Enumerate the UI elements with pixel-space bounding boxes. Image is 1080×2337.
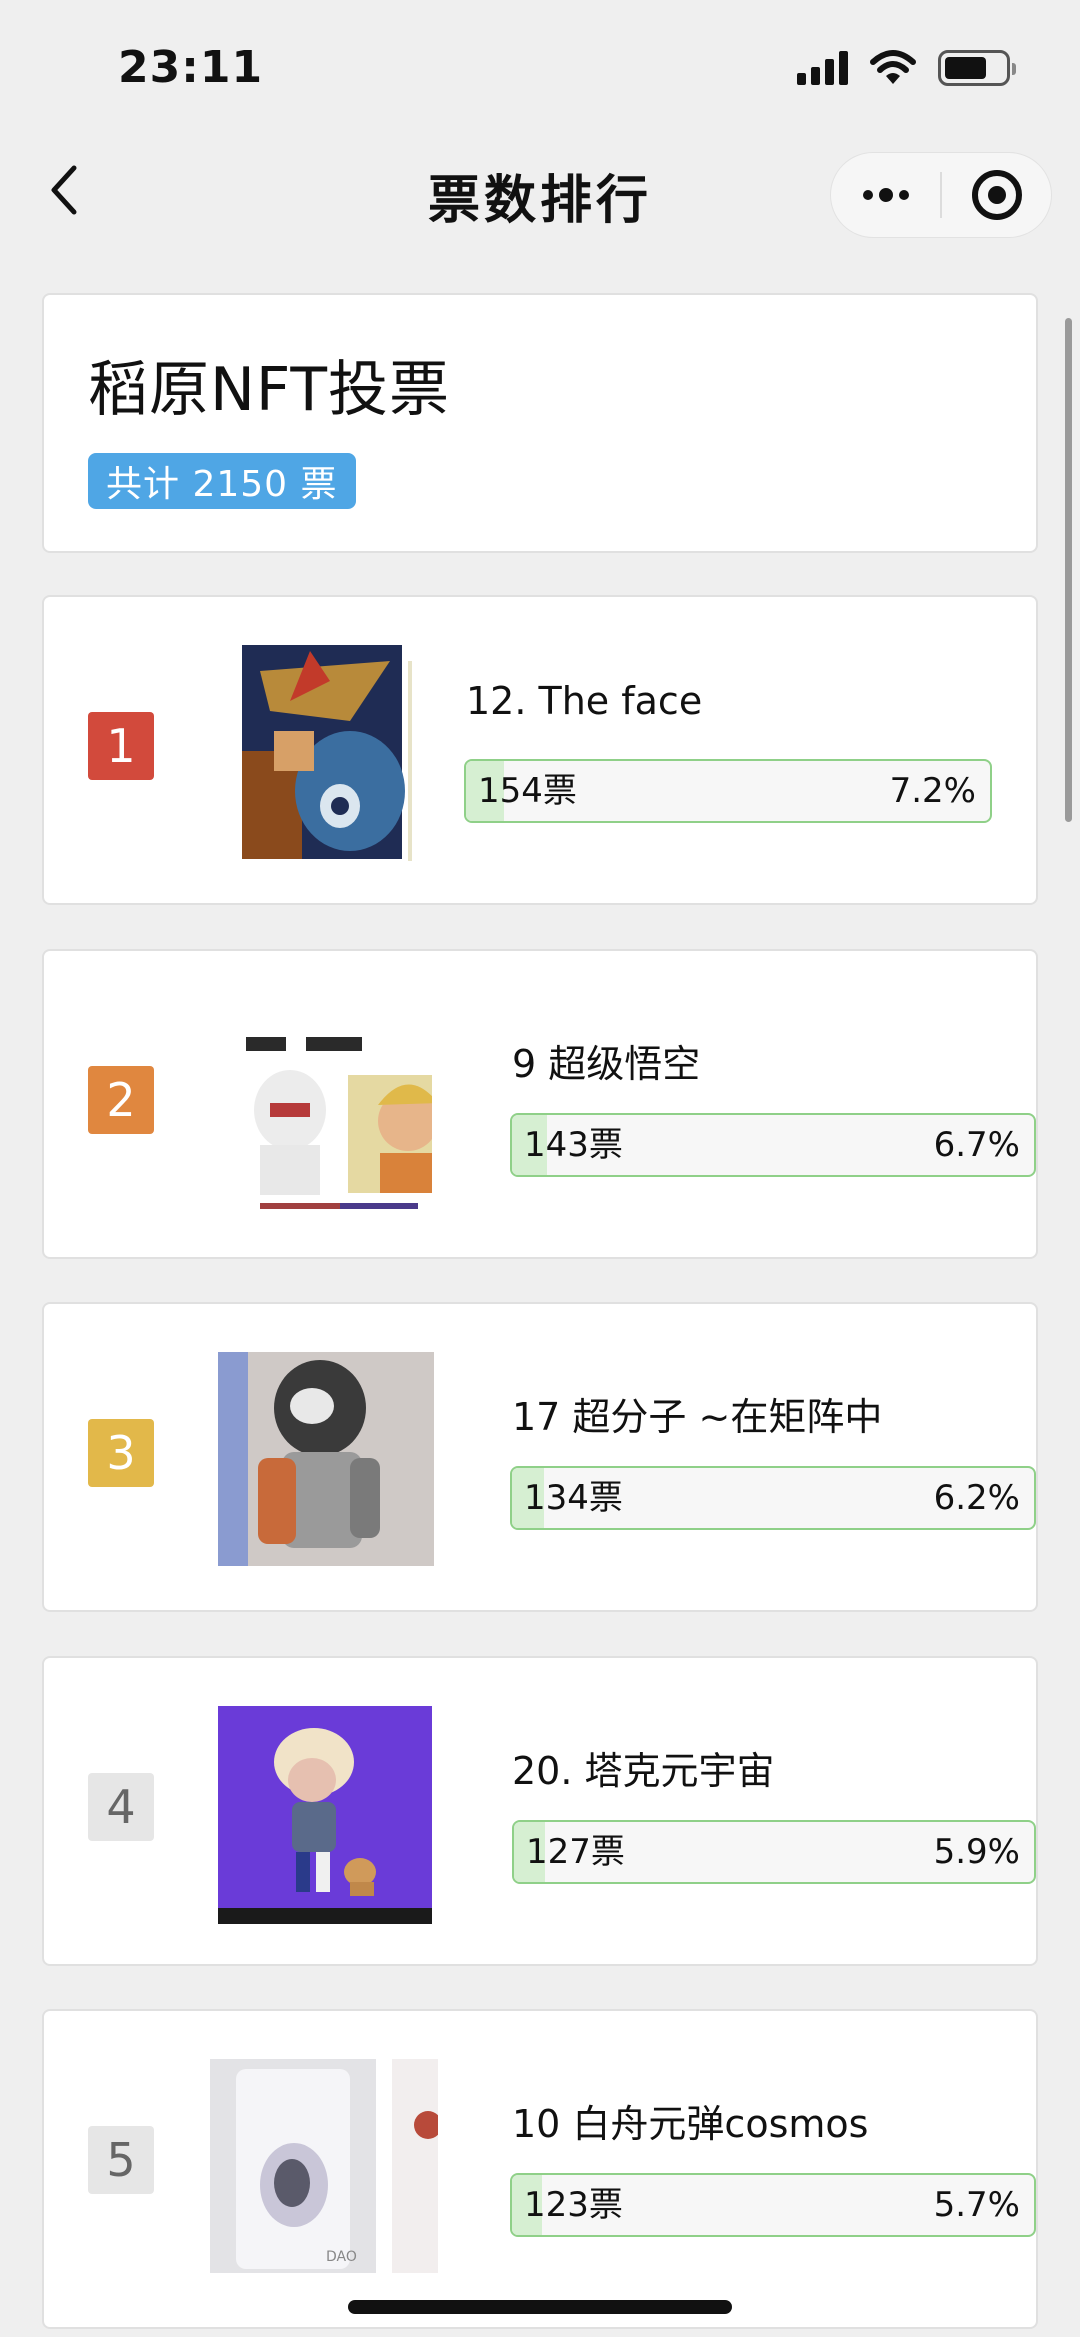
vote-count: 154票 — [478, 771, 577, 811]
artwork-figure-dog-image — [212, 1702, 444, 1924]
vote-progress-bar: 127票 5.9% — [512, 1820, 1036, 1884]
nav-bar: 票数排行 — [0, 130, 1080, 252]
rank-badge: 4 — [88, 1773, 154, 1841]
ranking-item[interactable]: 5 DAO 10 白舟元弹cosmos 123票 5.7% — [42, 2009, 1038, 2329]
rank-badge: 3 — [88, 1419, 154, 1487]
vote-progress-bar: 134票 6.2% — [510, 1466, 1036, 1530]
wifi-icon — [870, 50, 916, 84]
poll-header-card: 稻原NFT投票 共计 2150 票 — [42, 293, 1038, 553]
item-name: 17 超分子 ~在矩阵中 — [512, 1395, 883, 1439]
artwork-wukong-image — [200, 995, 432, 1217]
more-dots-icon — [862, 188, 909, 202]
item-name: 12. The face — [466, 679, 703, 723]
target-circle-icon — [971, 170, 1022, 220]
vote-count: 143票 — [524, 1125, 623, 1165]
vote-percent: 6.7% — [933, 1125, 1020, 1165]
status-time: 23:11 — [118, 42, 264, 93]
status-bar: 23:11 — [0, 0, 1080, 130]
home-indicator[interactable] — [348, 2300, 732, 2314]
more-menu-button[interactable] — [831, 153, 940, 237]
rank-badge: 5 — [88, 2126, 154, 2194]
item-name: 20. 塔克元宇宙 — [512, 1749, 775, 1793]
ranking-item[interactable]: 2 9 超级悟空 143票 6.7% — [42, 949, 1038, 1259]
mini-program-capsule — [830, 152, 1052, 238]
close-mini-program-button[interactable] — [942, 153, 1051, 237]
signal-icon — [797, 51, 848, 85]
vote-percent: 6.2% — [933, 1478, 1020, 1518]
total-votes-badge: 共计 2150 票 — [88, 453, 356, 509]
rank-badge: 2 — [88, 1066, 154, 1134]
scrollbar[interactable] — [1065, 318, 1072, 822]
vote-progress-bar: 143票 6.7% — [510, 1113, 1036, 1177]
ranking-item[interactable]: 4 20. 塔克元宇宙 127票 5.9% — [42, 1656, 1038, 1966]
item-name: 9 超级悟空 — [512, 1042, 701, 1086]
vote-percent: 7.2% — [889, 771, 976, 811]
artwork-can-image: DAO — [206, 2055, 438, 2277]
vote-percent: 5.9% — [933, 1832, 1020, 1872]
ranking-item[interactable]: 3 17 超分子 ~在矩阵中 134票 6.2% — [42, 1302, 1038, 1612]
vote-count: 127票 — [526, 1832, 625, 1872]
vote-progress-bar: 123票 5.7% — [510, 2173, 1036, 2237]
poll-title: 稻原NFT投票 — [88, 355, 450, 425]
vote-count: 134票 — [524, 1478, 623, 1518]
vote-percent: 5.7% — [933, 2185, 1020, 2225]
ranking-item[interactable]: 1 12. The face 154票 7.2% — [42, 595, 1038, 905]
vote-count: 123票 — [524, 2185, 623, 2225]
svg-text:DAO: DAO — [326, 2249, 357, 2265]
battery-icon — [938, 50, 1016, 86]
status-icons — [797, 50, 1016, 86]
rank-badge: 1 — [88, 712, 154, 780]
item-name: 10 白舟元弹cosmos — [512, 2102, 869, 2146]
vote-progress-bar: 154票 7.2% — [464, 759, 992, 823]
artwork-robot-figure-image — [210, 1348, 442, 1570]
artwork-samurai-image — [200, 641, 432, 863]
